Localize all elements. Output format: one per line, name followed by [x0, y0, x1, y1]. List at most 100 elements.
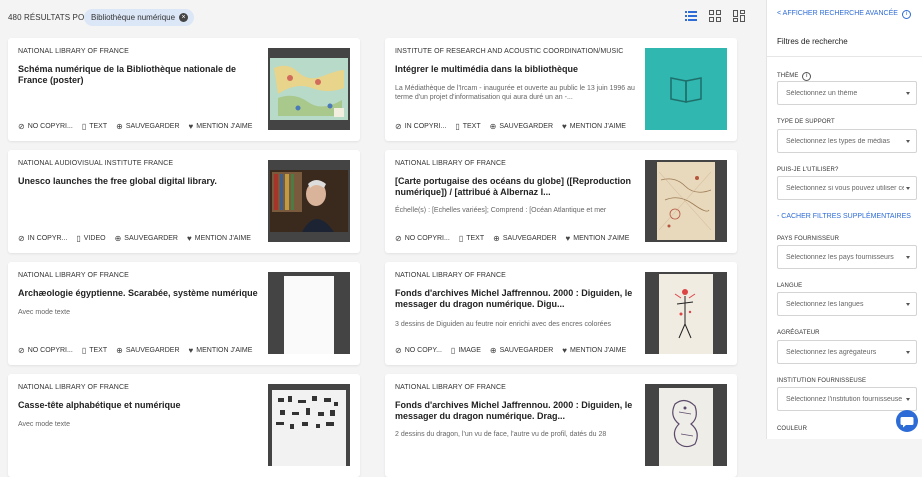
- like-button[interactable]: ♥ MENTION J'AIME: [562, 346, 626, 355]
- can-i-use-label: PUIS-JE L'UTILISER?: [777, 167, 839, 173]
- info-icon[interactable]: i: [901, 10, 911, 19]
- plus-circle-icon: ⊕: [489, 346, 497, 355]
- result-card[interactable]: NATIONAL LIBRARY OF FRANCE Archæologie é…: [8, 262, 360, 365]
- card-title[interactable]: Fonds d'archives Michel Jaffrennou. 2000…: [395, 400, 635, 422]
- like-label: MENTION J'AIME: [196, 347, 253, 354]
- page-thumbnail[interactable]: [268, 272, 350, 354]
- like-button[interactable]: ♥ MENTION J'AIME: [189, 122, 253, 131]
- aggregator-select[interactable]: Sélectionnez les agrégateurs: [777, 340, 917, 364]
- type-label: TEXT: [89, 347, 108, 354]
- card-actions: ⊘ IN COPYRI... ▯ TEXT ⊕ SAUVEGARDER ♥ MENTIO…: [395, 122, 626, 131]
- aggregator-placeholder: Sélectionnez les agrégateurs: [786, 349, 877, 356]
- divider: [767, 56, 922, 57]
- list-view-icon[interactable]: [684, 9, 698, 23]
- card-description: La Médiathèque de l'Ircam - inaugurée et…: [395, 85, 635, 101]
- card-title[interactable]: Fonds d'archives Michel Jaffrennou. 2000…: [395, 288, 635, 310]
- type-label: IMAGE: [458, 347, 481, 354]
- save-button[interactable]: ⊕ SAUVEGARDER: [116, 346, 179, 355]
- rights-label: IN COPYR...: [27, 235, 68, 242]
- rights-statement[interactable]: ⊘ NO COPYRI...: [18, 122, 73, 131]
- rights-statement[interactable]: ⊘ IN COPYRI...: [395, 122, 446, 131]
- plus-circle-icon: ⊕: [116, 122, 123, 131]
- close-icon[interactable]: ×: [179, 13, 189, 22]
- document-icon: ▯: [81, 122, 87, 131]
- save-button[interactable]: ⊕ SAUVEGARDER: [115, 234, 178, 243]
- institution-placeholder: Sélectionnez l'institution fournisseuse: [786, 396, 903, 403]
- chat-bubble-icon: [900, 417, 914, 428]
- video-icon: ▯: [76, 234, 81, 243]
- result-card[interactable]: NATIONAL LIBRARY OF FRANCE Casse-tête al…: [8, 374, 360, 477]
- like-label: MENTION J'AIME: [570, 347, 627, 354]
- image-icon: ▯: [450, 346, 456, 355]
- card-actions: ⊘ NO COPY... ▯ IMAGE ⊕ SAUVEGARDER ♥ MENTION…: [395, 346, 626, 355]
- drawing-thumbnail[interactable]: [645, 272, 727, 354]
- theme-select[interactable]: Sélectionnez un thème: [777, 81, 917, 105]
- country-select[interactable]: Sélectionnez les pays fournisseurs: [777, 245, 917, 269]
- card-actions: ⊘ NO COPYRI... ▯ TEXT ⊕ SAUVEGARDER ♥ MENTIO…: [18, 122, 252, 131]
- save-button[interactable]: ⊕ SAUVEGARDER: [490, 346, 553, 355]
- chat-button[interactable]: [896, 410, 918, 432]
- result-card[interactable]: NATIONAL LIBRARY OF FRANCE Fonds d'archi…: [385, 262, 737, 365]
- puzzle-thumbnail[interactable]: [268, 384, 350, 466]
- document-icon: ▯: [458, 234, 464, 243]
- theme-label-text: THÈME: [777, 73, 799, 79]
- caret-down-icon: [906, 140, 910, 143]
- card-title[interactable]: Unesco launches the free global digital …: [18, 176, 258, 187]
- sketch-thumbnail[interactable]: [645, 384, 727, 466]
- show-advanced-search-link[interactable]: < AFFICHER RECHERCHE AVANCÉE i: [777, 10, 911, 19]
- card-title[interactable]: Casse-tête alphabétique et numérique: [18, 400, 258, 411]
- save-button[interactable]: ⊕ SAUVEGARDER: [493, 234, 556, 243]
- card-provider: INSTITUTE OF RESEARCH AND ACOUSTIC COORD…: [395, 48, 624, 55]
- save-label: SAUVEGARDER: [125, 347, 180, 354]
- save-label: SAUVEGARDER: [499, 123, 554, 130]
- rights-label: IN COPYRI...: [404, 123, 447, 130]
- result-card[interactable]: NATIONAL LIBRARY OF FRANCE Fonds d'archi…: [385, 374, 737, 477]
- like-button[interactable]: ♥ MENTION J'AIME: [566, 234, 630, 243]
- book-thumbnail[interactable]: [645, 48, 727, 130]
- card-provider: NATIONAL LIBRARY OF FRANCE: [395, 160, 506, 167]
- rights-icon: ⊘: [18, 346, 25, 355]
- card-title[interactable]: Intégrer le multimédia dans la bibliothè…: [395, 64, 635, 75]
- type-badge: ▯ TEXT: [82, 346, 107, 355]
- save-label: SAUVEGARDER: [124, 235, 178, 242]
- type-label: VIDEO: [83, 235, 106, 242]
- rights-icon: ⊘: [18, 122, 25, 131]
- language-label: LANGUE: [777, 283, 803, 289]
- like-button[interactable]: ♥ MENTION J'AIME: [562, 122, 626, 131]
- save-button[interactable]: ⊕ SAUVEGARDER: [116, 122, 179, 131]
- can-i-use-select[interactable]: Sélectionnez si vous pouvez utiliser ce: [777, 176, 917, 200]
- rights-label: NO COPYRI...: [404, 235, 450, 242]
- rights-label: NO COPY...: [404, 347, 442, 354]
- caret-down-icon: [906, 256, 910, 259]
- card-actions: ⊘ NO COPYRI... ▯ TEXT ⊕ SAUVEGARDER ♥ MENTIO…: [18, 346, 252, 355]
- media-type-select[interactable]: Sélectionnez les types de médias: [777, 129, 917, 153]
- rights-statement[interactable]: ⊘ NO COPYRI...: [18, 346, 73, 355]
- language-select[interactable]: Sélectionnez les langues: [777, 292, 917, 316]
- mosaic-view-icon[interactable]: [732, 9, 746, 23]
- chart-thumbnail[interactable]: [645, 160, 727, 242]
- result-card[interactable]: NATIONAL LIBRARY OF FRANCE [Carte portug…: [385, 150, 737, 253]
- query-chip[interactable]: Bibliothèque numérique ×: [84, 9, 195, 26]
- result-card[interactable]: NATIONAL AUDIOVISUAL INSTITUTE FRANCE Un…: [8, 150, 360, 253]
- grid-view-icon[interactable]: [708, 9, 722, 23]
- language-placeholder: Sélectionnez les langues: [786, 301, 864, 308]
- type-badge: ▯ TEXT: [455, 122, 480, 131]
- rights-statement[interactable]: ⊘ NO COPYRI...: [395, 234, 450, 243]
- card-title[interactable]: Archæologie égyptienne. Scarabée, systèm…: [18, 288, 258, 299]
- video-thumbnail[interactable]: [268, 160, 350, 242]
- save-button[interactable]: ⊕ SAUVEGARDER: [490, 122, 553, 131]
- rights-statement[interactable]: ⊘ IN COPYR...: [18, 234, 67, 243]
- like-button[interactable]: ♥ MENTION J'AIME: [187, 234, 251, 243]
- map-thumbnail[interactable]: [268, 48, 350, 130]
- card-title[interactable]: [Carte portugaise des océans du globe] (…: [395, 176, 635, 198]
- document-icon: ▯: [81, 346, 87, 355]
- institution-select[interactable]: Sélectionnez l'institution fournisseuse: [777, 387, 917, 411]
- info-icon[interactable]: i: [802, 72, 812, 81]
- like-button[interactable]: ♥ MENTION J'AIME: [189, 346, 253, 355]
- result-card[interactable]: INSTITUTE OF RESEARCH AND ACOUSTIC COORD…: [385, 38, 737, 141]
- result-card[interactable]: NATIONAL LIBRARY OF FRANCE Schéma numéri…: [8, 38, 360, 141]
- filters-title: Filtres de recherche: [777, 37, 848, 46]
- card-title[interactable]: Schéma numérique de la Bibliothèque nati…: [18, 64, 258, 86]
- hide-more-filters-link[interactable]: - CACHER FILTRES SUPPLÉMENTAIRES: [777, 213, 911, 220]
- rights-statement[interactable]: ⊘ NO COPY...: [395, 346, 442, 355]
